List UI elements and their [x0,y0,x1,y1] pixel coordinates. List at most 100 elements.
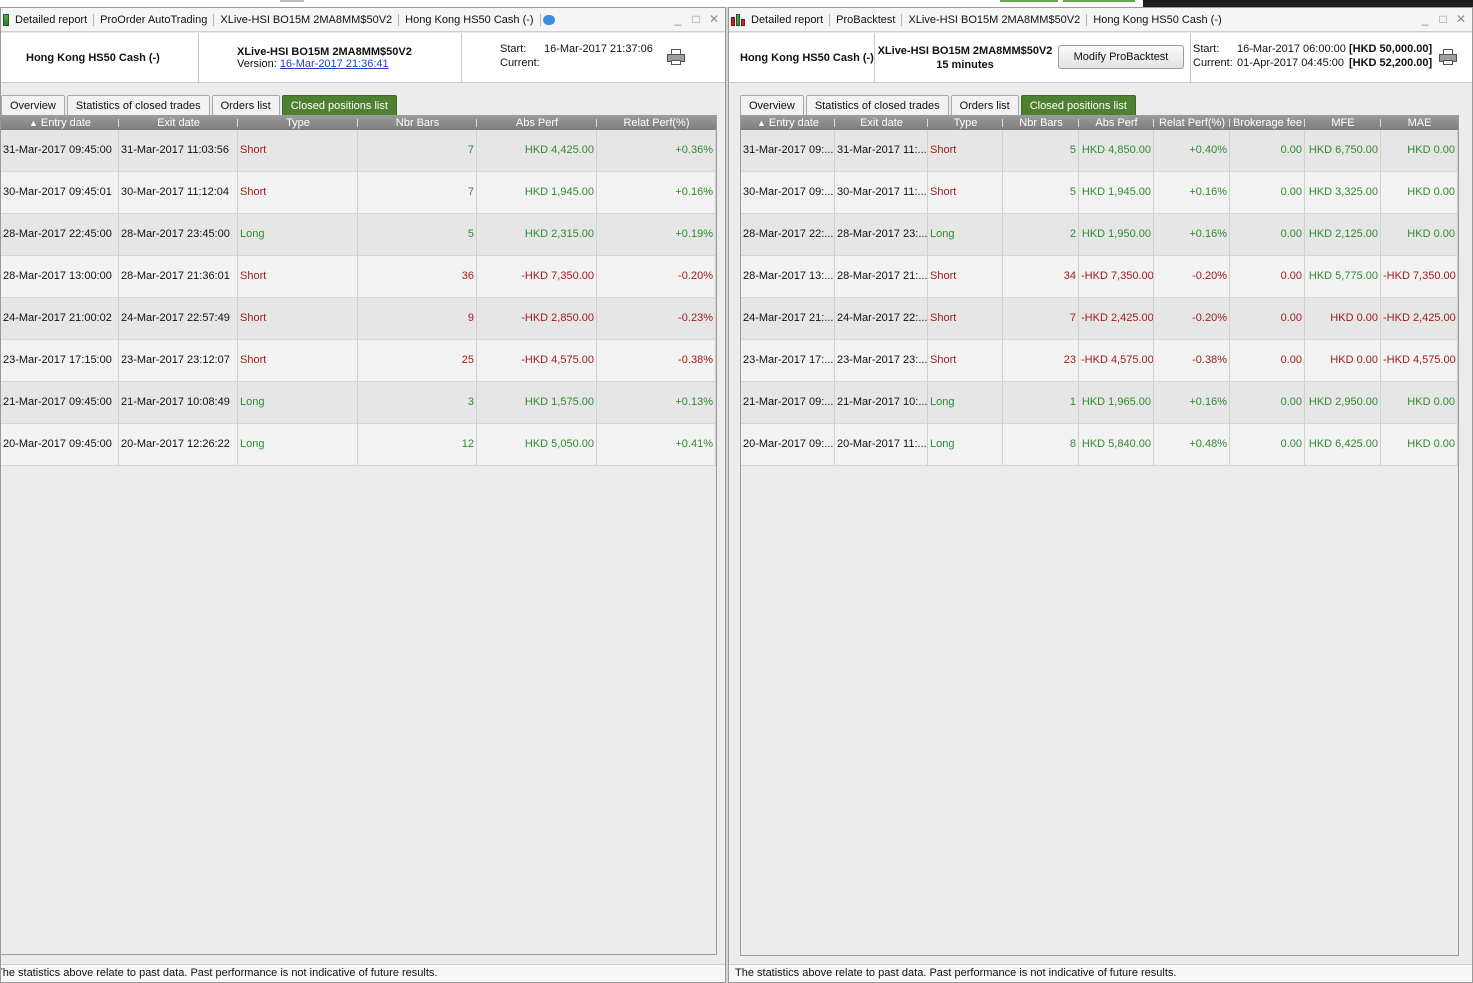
table-cell: +0.36% [597,130,716,171]
tab-orders[interactable]: Orders list [950,95,1019,115]
table-row[interactable]: 20-Mar-2017 09:... 20-Mar-2017 11:... Long… [741,424,1458,466]
close-icon[interactable]: ✕ [709,12,719,26]
table-cell: 12 [358,424,477,465]
column-header[interactable]: MFE [1305,116,1381,130]
table-cell: 23-Mar-2017 23:12:07 [119,340,238,381]
table-cell: 1 [1003,382,1079,423]
disclaimer: The statistics above relate to past data… [1,964,725,982]
column-header[interactable]: ▲ Entry date [741,116,835,130]
tab-statistics[interactable]: Statistics of closed trades [66,95,210,115]
table-cell: Long [928,382,1003,423]
column-header[interactable]: Relat Perf(%) [1154,116,1230,130]
table-cell: 28-Mar-2017 22:... [741,214,835,255]
column-header[interactable]: Type [238,116,358,130]
maximize-icon[interactable]: □ [1438,12,1448,26]
sort-up-arrow-icon: ▲ [756,118,766,128]
table-row[interactable]: 28-Mar-2017 13:00:00 28-Mar-2017 21:36:01… [1,256,716,298]
tab-orders[interactable]: Orders list [211,95,280,115]
table-cell: 0.00 [1230,130,1305,171]
table-cell: Short [238,130,358,171]
table-cell: 28-Mar-2017 13:... [741,256,835,297]
printer-icon[interactable] [1439,49,1457,65]
table-row[interactable]: 23-Mar-2017 17:15:00 23-Mar-2017 23:12:07… [1,340,716,382]
system-info: XLive-HSI BO15M 2MA8MM$50V2 15 minutes M… [875,33,1191,83]
table-cell: 0.00 [1230,382,1305,423]
strip-tab-mark [280,0,304,2]
table-cell: -HKD 2,425.00 [1381,298,1458,339]
minimize-icon[interactable]: _ [673,12,683,26]
table-row[interactable]: 23-Mar-2017 17:... 23-Mar-2017 23:... Shor… [741,340,1458,382]
table-cell: 0.00 [1230,214,1305,255]
maximize-icon[interactable]: □ [691,12,701,26]
window-titlebar[interactable]: Detailed report ProOrder AutoTrading XLi… [1,8,725,32]
strip-dark-area [1143,0,1473,7]
table-cell: 24-Mar-2017 22:57:49 [119,298,238,339]
start-label: Start: [500,43,527,55]
table-row[interactable]: 31-Mar-2017 09:... 31-Mar-2017 11:... Shor… [741,130,1458,172]
column-header[interactable]: Exit date [119,116,238,130]
column-header[interactable]: Type [928,116,1003,130]
table-cell: 28-Mar-2017 23:45:00 [119,214,238,255]
column-header[interactable]: Brokerage fee [1230,116,1305,130]
printer-icon[interactable] [667,49,685,65]
chat-bubble-icon[interactable] [542,14,555,25]
close-icon[interactable]: ✕ [1456,12,1466,26]
version-link[interactable]: 16-Mar-2017 21:36:41 [280,58,389,70]
autotrading-report-window: Detailed report ProOrder AutoTrading XLi… [0,7,726,983]
tab-overview[interactable]: Overview [740,95,804,115]
table-cell: HKD 1,965.00 [1079,382,1154,423]
tab-statistics[interactable]: Statistics of closed trades [805,95,949,115]
table-cell: +0.16% [1154,214,1230,255]
table-cell: 21-Mar-2017 09:... [741,382,835,423]
table-row[interactable]: 28-Mar-2017 13:... 28-Mar-2017 21:... Shor… [741,256,1458,298]
table-cell: 31-Mar-2017 11:... [835,130,928,171]
table-row[interactable]: 21-Mar-2017 09:45:00 21-Mar-2017 10:08:49… [1,382,716,424]
system-name: XLive-HSI BO15M 2MA8MM$50V2 [237,46,412,58]
table-cell: 5 [358,214,477,255]
column-header[interactable]: Relat Perf(%) [597,116,716,130]
table-cell: HKD 1,945.00 [477,172,597,213]
table-cell: +0.16% [1154,382,1230,423]
table-cell: -HKD 2,850.00 [477,298,597,339]
table-row[interactable]: 20-Mar-2017 09:45:00 20-Mar-2017 12:26:22… [1,424,716,466]
tab-closed-positions[interactable]: Closed positions list [1020,95,1136,115]
table-cell: +0.19% [597,214,716,255]
column-header[interactable]: ▲ Entry date [1,116,119,130]
table-cell: 28-Mar-2017 13:00:00 [1,256,119,297]
table-row[interactable]: 30-Mar-2017 09:45:01 30-Mar-2017 11:12:04… [1,172,716,214]
table-cell: 8 [1003,424,1079,465]
table-cell: 0.00 [1230,298,1305,339]
table-cell: 9 [358,298,477,339]
table-cell: HKD 5,050.00 [477,424,597,465]
table-cell: 7 [358,172,477,213]
column-header[interactable]: Nbr Bars [1003,116,1079,130]
table-cell: 20-Mar-2017 09:... [741,424,835,465]
column-header[interactable]: MAE [1381,116,1458,130]
column-header[interactable]: Exit date [835,116,928,130]
modify-probacktest-button[interactable]: Modify ProBacktest [1058,45,1184,69]
table-cell: 21-Mar-2017 10:08:49 [119,382,238,423]
tab-closed-positions[interactable]: Closed positions list [281,95,397,115]
column-header[interactable]: Abs Perf [1079,116,1154,130]
table-cell: HKD 0.00 [1381,172,1458,213]
table-row[interactable]: 28-Mar-2017 22:... 28-Mar-2017 23:... Long… [741,214,1458,256]
table-row[interactable]: 28-Mar-2017 22:45:00 28-Mar-2017 23:45:00… [1,214,716,256]
tab-overview[interactable]: Overview [1,95,65,115]
table-cell: 2 [1003,214,1079,255]
table-row[interactable]: 24-Mar-2017 21:00:02 24-Mar-2017 22:57:49… [1,298,716,340]
column-header[interactable]: Abs Perf [477,116,597,130]
column-header[interactable]: Nbr Bars [358,116,477,130]
table-cell: HKD 0.00 [1381,424,1458,465]
table-cell: -0.20% [1154,298,1230,339]
start-value: 16-Mar-2017 21:37:06 [544,43,653,55]
table-cell: -HKD 2,425.00 [1079,298,1154,339]
window-titlebar[interactable]: Detailed report ProBacktest XLive-HSI BO… [729,8,1472,32]
table-row[interactable]: 31-Mar-2017 09:45:00 31-Mar-2017 11:03:56… [1,130,716,172]
table-row[interactable]: 30-Mar-2017 09:... 30-Mar-2017 11:... Shor… [741,172,1458,214]
current-value: 01-Apr-2017 04:45:00 [1237,57,1345,69]
minimize-icon[interactable]: _ [1420,12,1430,26]
table-row[interactable]: 24-Mar-2017 21:... 24-Mar-2017 22:... Shor… [741,298,1458,340]
backtest-chart-icon [731,13,745,26]
table-row[interactable]: 21-Mar-2017 09:... 21-Mar-2017 10:... Long… [741,382,1458,424]
table-cell: 31-Mar-2017 11:03:56 [119,130,238,171]
